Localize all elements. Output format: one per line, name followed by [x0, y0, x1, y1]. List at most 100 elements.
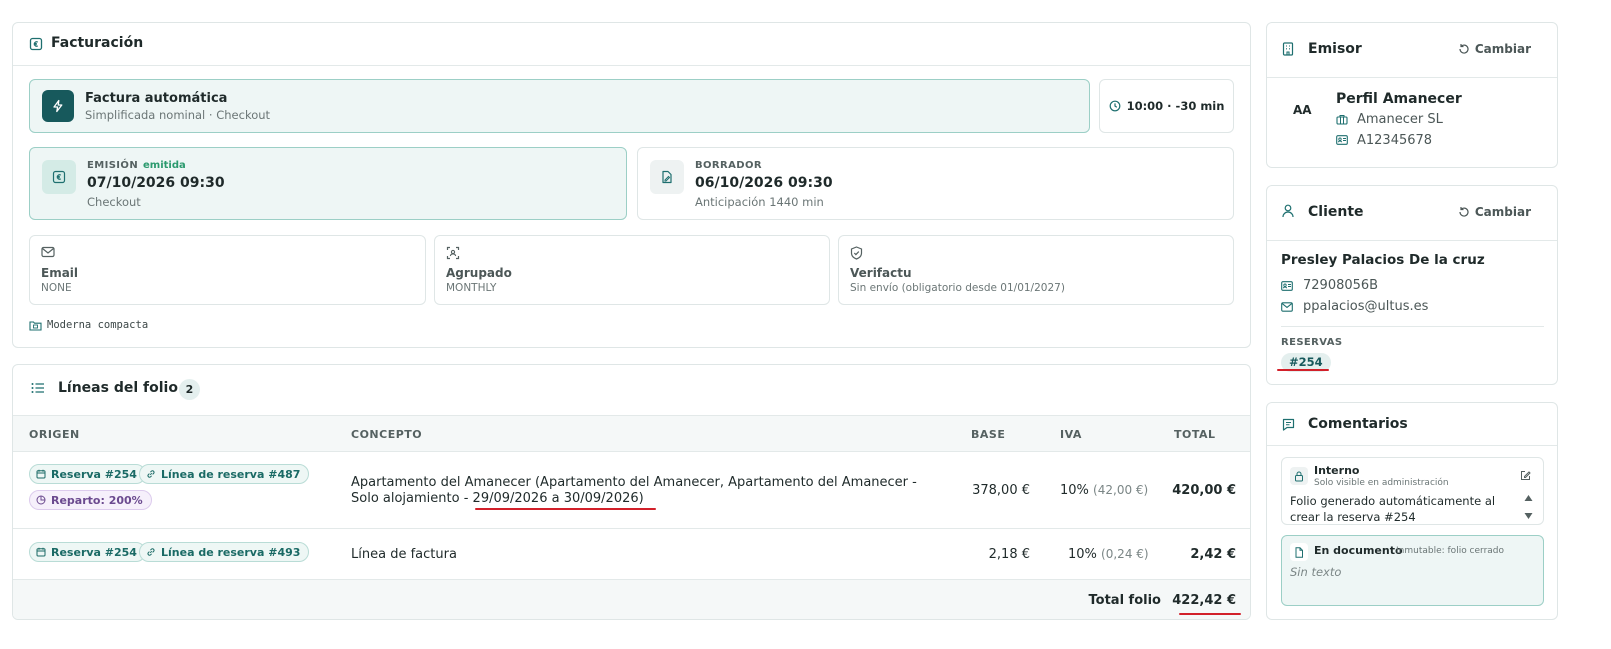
- change-cliente-button[interactable]: Cambiar: [1458, 205, 1531, 219]
- emisor-profile: Perfil Amanecer: [1336, 91, 1462, 107]
- lineas-card: Líneas del folio 2 ORIGEN CONCEPTO BASE …: [12, 364, 1251, 620]
- refresh-icon: [1458, 43, 1470, 55]
- emision-label: EMISIÓN: [87, 160, 139, 171]
- table-row: Reserva #254 Línea de reserva #493 Línea…: [13, 529, 1250, 580]
- borrador-tile: BORRADOR 06/10/2026 09:30 Anticipación 1…: [637, 147, 1234, 220]
- annotation-underline: [1179, 613, 1241, 615]
- scroll-stepper[interactable]: [1524, 494, 1533, 520]
- iva-value: 10% (0,24 €): [1068, 547, 1149, 562]
- template-icon: [29, 320, 42, 331]
- lock-icon: [1290, 467, 1308, 485]
- list-icon: [31, 382, 45, 394]
- emision-date: 07/10/2026 09:30: [87, 175, 225, 191]
- total-row: Total folio 422,42 €: [13, 580, 1250, 619]
- comentarios-card: Comentarios Interno Solo visible en admi…: [1266, 402, 1558, 620]
- email-tile: Email NONE: [29, 235, 426, 305]
- agrupado-value: MONTHLY: [446, 282, 497, 294]
- reservas-label: RESERVAS: [1281, 337, 1343, 348]
- interno-comment-box: Interno Solo visible en administración F…: [1281, 457, 1544, 525]
- emitida-badge: emitida: [143, 160, 186, 171]
- borrador-sub: Anticipación 1440 min: [695, 195, 824, 209]
- documento-comment-box: En documento Inmutable: folio cerrado Si…: [1281, 535, 1544, 606]
- calendar-icon: [36, 547, 46, 557]
- pie-icon: [36, 495, 46, 505]
- briefcase-icon: [1336, 114, 1348, 125]
- reserva-chip[interactable]: Reserva #254: [29, 464, 146, 484]
- emisor-title: Emisor: [1308, 41, 1362, 57]
- group-scan-icon: [446, 246, 460, 260]
- emisor-tax-id: A12345678: [1357, 133, 1433, 148]
- borrador-date: 06/10/2026 09:30: [695, 175, 833, 191]
- linea-reserva-chip[interactable]: Línea de reserva #487: [139, 464, 310, 484]
- comment-icon: [1282, 418, 1295, 431]
- id-card-icon: [1281, 281, 1293, 291]
- schedule-box[interactable]: 10:00 · -30 min: [1099, 79, 1234, 133]
- th-origen: ORIGEN: [29, 428, 80, 441]
- refresh-icon: [1458, 206, 1470, 218]
- th-base: BASE: [971, 428, 1006, 441]
- cliente-title: Cliente: [1308, 204, 1364, 220]
- document-icon: [1290, 543, 1308, 561]
- verifactu-tile: Verifactu Sin envío (obligatorio desde 0…: [838, 235, 1234, 305]
- mail-icon: [41, 246, 55, 258]
- linea-reserva-chip[interactable]: Línea de reserva #493: [139, 542, 310, 562]
- th-total: TOTAL: [1174, 428, 1216, 441]
- divider: [1267, 445, 1557, 446]
- facturacion-card: Facturación Factura automática Simplific…: [12, 22, 1251, 348]
- auto-invoice-title: Factura automática: [85, 91, 228, 106]
- annotation-underline: [475, 508, 656, 510]
- verifactu-label: Verifactu: [850, 266, 912, 280]
- base-value: 2,18 €: [988, 547, 1030, 562]
- euro-icon: [42, 160, 76, 194]
- total-value: 420,00 €: [1172, 483, 1236, 498]
- divider: [1267, 240, 1557, 241]
- shield-check-icon: [850, 246, 863, 260]
- facturacion-title: Facturación: [51, 35, 144, 51]
- agrupado-label: Agrupado: [446, 266, 512, 280]
- emision-tile: EMISIÓN emitida 07/10/2026 09:30 Checkou…: [29, 147, 627, 220]
- divider: [1267, 77, 1557, 78]
- divider: [1281, 326, 1544, 327]
- draft-icon: [650, 160, 684, 194]
- total-value: 2,42 €: [1190, 547, 1236, 562]
- cliente-name: Presley Palacios De la cruz: [1281, 252, 1485, 268]
- emisor-card: Emisor Cambiar AA Perfil Amanecer Amanec…: [1266, 22, 1558, 168]
- clock-icon: [1109, 100, 1121, 112]
- borrador-label: BORRADOR: [695, 160, 762, 171]
- documento-placeholder: Sin texto: [1290, 565, 1342, 579]
- mail-icon: [1281, 302, 1293, 312]
- cliente-email[interactable]: ppalacios@ultus.es: [1303, 299, 1428, 314]
- table-row: Reserva #254 Línea de reserva #487 Repar…: [13, 452, 1250, 529]
- concept-line-2: Solo alojamiento - 29/09/2026 a 30/09/20…: [351, 491, 644, 506]
- cliente-card: Cliente Cambiar Presley Palacios De la c…: [1266, 185, 1558, 385]
- schedule-text: 10:00 · -30 min: [1126, 99, 1225, 113]
- auto-invoice-banner[interactable]: Factura automática Simplificada nominal …: [29, 79, 1090, 133]
- base-value: 378,00 €: [972, 483, 1030, 498]
- total-folio-value: 422,42 €: [1172, 593, 1236, 608]
- template-name[interactable]: Moderna compacta: [47, 319, 148, 331]
- calendar-icon: [36, 469, 46, 479]
- interno-sub: Solo visible en administración: [1314, 478, 1449, 488]
- concept: Línea de factura: [351, 547, 457, 562]
- euro-doc-icon: [29, 37, 43, 51]
- emision-sub: Checkout: [87, 195, 141, 209]
- divider: [13, 65, 1250, 66]
- table-header: ORIGEN CONCEPTO BASE IVA TOTAL: [13, 415, 1250, 452]
- email-value: NONE: [41, 282, 72, 294]
- comentarios-title: Comentarios: [1308, 416, 1408, 432]
- th-concepto: CONCEPTO: [351, 428, 423, 441]
- auto-invoice-subtitle: Simplificada nominal · Checkout: [85, 108, 271, 122]
- change-emisor-button[interactable]: Cambiar: [1458, 42, 1531, 56]
- iva-value: 10% (42,00 €): [1060, 483, 1149, 498]
- reserva-chip[interactable]: Reserva #254: [29, 542, 146, 562]
- id-card-icon: [1336, 135, 1348, 145]
- date-range: 29/09/2026 a 30/09/2026: [472, 491, 639, 506]
- concept-line-1: Apartamento del Amanecer (Apartamento de…: [351, 475, 917, 490]
- th-iva: IVA: [1060, 428, 1082, 441]
- annotation-underline: [1277, 369, 1329, 371]
- documento-sub: Inmutable: folio cerrado: [1396, 546, 1505, 556]
- interno-textarea[interactable]: Folio generado automáticamente al crear …: [1290, 493, 1512, 525]
- user-icon: [1282, 204, 1294, 218]
- link-icon: [146, 547, 156, 557]
- edit-icon[interactable]: [1520, 470, 1531, 481]
